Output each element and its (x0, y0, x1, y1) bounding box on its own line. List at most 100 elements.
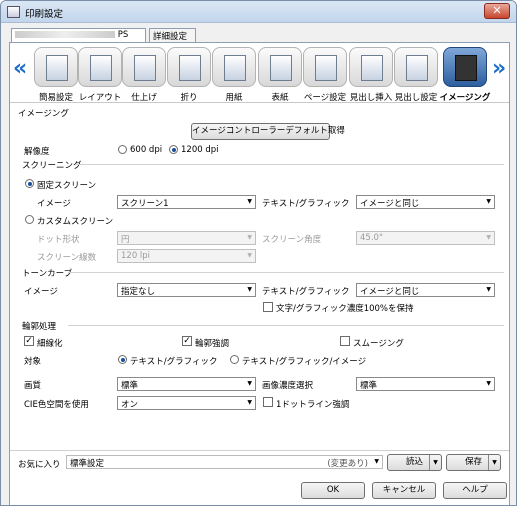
smoothing-checkbox[interactable] (340, 336, 350, 346)
finishing-icon (134, 55, 156, 81)
density-label: 画像濃度選択 (262, 381, 314, 391)
keep-density-checkbox[interactable] (263, 302, 273, 312)
category-tab-insert-button[interactable] (349, 47, 393, 87)
title-bar: 印刷設定 ✕ (1, 1, 516, 23)
tone-text-graphic-select[interactable]: イメージと同じ (356, 283, 495, 297)
controller-default-button[interactable]: イメージコントローラーデフォルト取得 (191, 123, 345, 140)
category-page-setup-button[interactable] (303, 47, 347, 87)
save-dropdown-icon[interactable]: ▼ (488, 455, 500, 470)
imaging-icon (455, 55, 477, 81)
smoothing-label: スムージング (353, 339, 404, 349)
ok-button[interactable]: OK (301, 482, 365, 499)
screening-header: スクリーニング (22, 161, 82, 171)
dot-shape-select[interactable]: 円 (117, 231, 256, 245)
favorites-label: お気に入り (18, 460, 61, 470)
tab-detail-settings[interactable]: 詳細設定 (149, 28, 196, 42)
scroll-right-icon[interactable]: » (492, 56, 506, 81)
radio-fixed-screen[interactable] (25, 179, 34, 188)
favorites-value: 標準設定 (70, 459, 105, 469)
quality-select[interactable]: 標準 (117, 377, 256, 391)
save-button[interactable]: 保存 ▼ (446, 454, 501, 471)
quick-settings-icon (46, 55, 68, 81)
edge-header: 輪郭処理 (22, 322, 57, 332)
tab-insert-icon (361, 55, 383, 81)
load-dropdown-icon[interactable]: ▼ (429, 455, 441, 470)
cancel-button[interactable]: キャンセル (372, 482, 436, 499)
tab-settings-icon (406, 55, 428, 81)
print-settings-dialog: 印刷設定 ✕ PS 詳細設定 « 簡易設定 レイアウト 仕上げ 折り 用紙 表紙 ページ設定… (0, 0, 517, 506)
screen-angle-select[interactable]: 45.0° (356, 231, 495, 245)
close-button[interactable]: ✕ (484, 3, 510, 19)
help-button[interactable]: ヘルプ (443, 482, 507, 499)
thin-line-label: 細線化 (37, 339, 63, 349)
favorites-changed: (変更あり) (327, 459, 368, 469)
category-fold-button[interactable] (167, 47, 211, 87)
dot-shape-label: ドット形状 (37, 235, 80, 245)
quality-label: 画質 (24, 381, 42, 391)
radio-600dpi-label: 600 dpi (130, 145, 163, 155)
printer-name-blurred (15, 31, 115, 38)
cie-label: CIE色空間を使用 (24, 400, 89, 410)
radio-1200dpi[interactable] (169, 145, 178, 154)
resolution-label: 解像度 (24, 147, 50, 157)
fold-icon (179, 55, 201, 81)
tone-image-select[interactable]: 指定なし (117, 283, 256, 297)
tab-printer[interactable]: PS (11, 28, 146, 42)
cie-select[interactable]: オン (117, 396, 256, 410)
screen-lines-label: スクリーン線数 (37, 253, 97, 263)
edge-enhance-label: 輪郭強調 (195, 339, 230, 349)
screen-image-select[interactable]: スクリーン1 (117, 195, 256, 209)
radio-target-text-graphic[interactable] (118, 355, 127, 364)
screen-lines-select[interactable]: 120 lpi (117, 249, 256, 263)
printer-icon (7, 6, 20, 18)
paper-icon (224, 55, 246, 81)
category-cover-button[interactable] (258, 47, 302, 87)
tone-text-graphic-label: テキスト/グラフィック (262, 287, 350, 297)
screen-text-graphic-select[interactable]: イメージと同じ (356, 195, 495, 209)
load-button[interactable]: 読込 ▼ (387, 454, 442, 471)
target-all-label: テキスト/グラフィック/イメージ (242, 357, 367, 367)
radio-custom-screen[interactable] (25, 215, 34, 224)
radio-target-all[interactable] (230, 355, 239, 364)
target-text-graphic-label: テキスト/グラフィック (130, 357, 218, 367)
radio-1200dpi-label: 1200 dpi (181, 145, 219, 155)
favorites-bar: お気に入り 標準設定 (変更あり) 読込 ▼ 保存 ▼ (10, 450, 509, 475)
category-strip: « 簡易設定 レイアウト 仕上げ 折り 用紙 表紙 ページ設定 見出し挿入 見出し設定 イメージン… (10, 43, 509, 103)
screening-divider (76, 164, 504, 165)
keep-density-label: 文字/グラフィック濃度100%を保持 (276, 304, 414, 314)
cover-icon (270, 55, 292, 81)
fixed-screen-label: 固定スクリーン (37, 181, 97, 191)
tone-curve-header: トーンカーブ (22, 269, 73, 279)
imaging-header: イメージング (18, 109, 69, 119)
screen-image-label: イメージ (37, 199, 71, 209)
page-setup-icon (315, 55, 337, 81)
one-dot-line-checkbox[interactable] (263, 397, 273, 407)
category-paper-button[interactable] (212, 47, 256, 87)
category-quick-settings-button[interactable] (34, 47, 78, 87)
edge-divider (68, 325, 504, 326)
category-finishing-button[interactable] (122, 47, 166, 87)
screen-angle-label: スクリーン角度 (262, 235, 322, 245)
save-button-label: 保存 (464, 457, 482, 467)
tab-printer-suffix: PS (117, 30, 129, 40)
category-layout-button[interactable] (78, 47, 122, 87)
settings-page: « 簡易設定 レイアウト 仕上げ 折り 用紙 表紙 ページ設定 見出し挿入 見出し設定 イメージン… (9, 42, 510, 505)
custom-screen-label: カスタムスクリーン (37, 217, 114, 227)
thin-line-checkbox[interactable]: ✓ (24, 336, 34, 346)
layout-icon (90, 55, 112, 81)
tone-curve-divider (68, 272, 504, 273)
scroll-left-icon[interactable]: « (13, 56, 27, 81)
screen-text-graphic-label: テキスト/グラフィック (262, 199, 350, 209)
target-label: 対象 (24, 357, 42, 367)
window-title: 印刷設定 (25, 9, 64, 20)
tone-image-label: イメージ (24, 287, 58, 297)
one-dot-line-label: 1ドットライン強調 (276, 400, 350, 410)
load-button-label: 読込 (405, 457, 423, 467)
strip-divider (10, 102, 509, 103)
favorites-select[interactable]: 標準設定 (変更あり) (66, 455, 383, 469)
edge-enhance-checkbox[interactable]: ✓ (182, 336, 192, 346)
radio-600dpi[interactable] (118, 145, 127, 154)
density-select[interactable]: 標準 (356, 377, 495, 391)
category-imaging-button[interactable] (443, 47, 487, 87)
category-tab-settings-button[interactable] (394, 47, 438, 87)
